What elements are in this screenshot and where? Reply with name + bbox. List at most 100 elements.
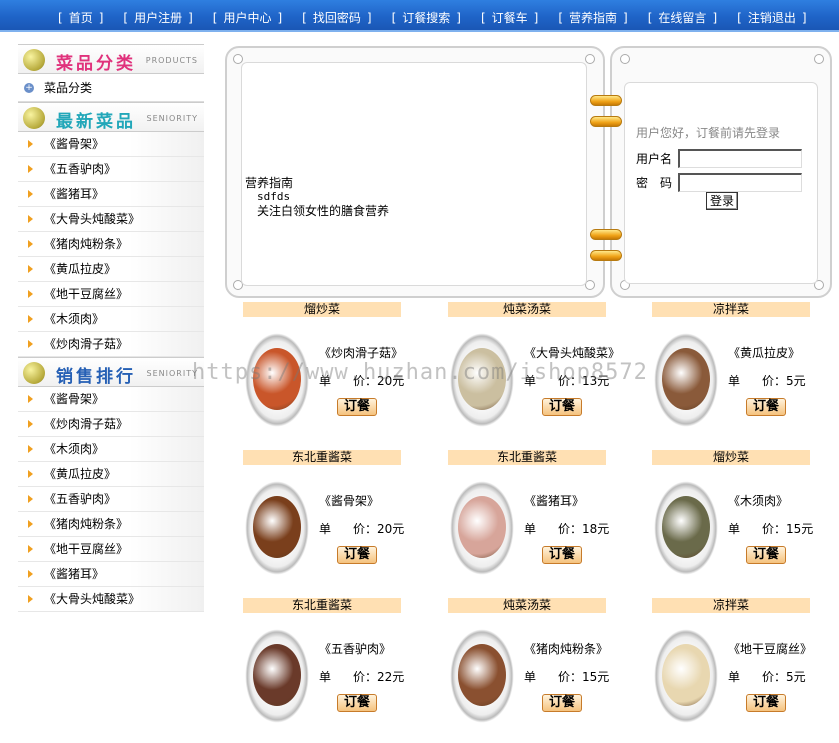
products-icon — [23, 49, 45, 71]
dish-name[interactable]: 《酱骨架》 — [319, 492, 379, 509]
nav-item[interactable]: [首页] — [58, 9, 103, 26]
nav-list: [首页] [用户注册] [用户中心] [找回密码] [订餐搜索] [订餐车] [营养指南] [… — [58, 9, 827, 26]
dish-photo[interactable] — [652, 478, 720, 578]
dish-price: 5元 — [786, 374, 806, 388]
food-image — [662, 496, 710, 558]
sidebar-dish-link[interactable]: 《黄瓜拉皮》 — [18, 257, 204, 282]
dish-price-row: 单 价：18元 — [524, 520, 609, 537]
guide-content: 营养指南 sdfds 关注白领女性的膳食营养 — [245, 176, 389, 218]
sidebar-dish-link[interactable]: 《大骨头炖酸菜》 — [18, 207, 204, 232]
dish-category[interactable]: 炖菜汤菜 — [448, 302, 606, 317]
guide-panel — [225, 46, 605, 298]
category-row[interactable]: + 菜品分类 — [18, 74, 204, 102]
dish-link-label: 《大骨头炖酸菜》 — [44, 212, 141, 226]
price-label: 价： — [558, 374, 583, 388]
dish-card: 东北重酱菜 《五香驴肉》单 价：22元 订餐 — [243, 598, 423, 738]
dish-price: 15元 — [582, 670, 610, 684]
panel-hole — [620, 54, 630, 64]
order-button[interactable]: 订餐 — [746, 546, 786, 564]
dish-category[interactable]: 东北重酱菜 — [448, 450, 606, 465]
dish-photo[interactable] — [243, 478, 311, 578]
nav-item[interactable]: [用户注册] — [123, 9, 192, 26]
nav-item[interactable]: [营养指南] — [558, 9, 627, 26]
dish-photo[interactable] — [652, 626, 720, 726]
sidebar-dish-link[interactable]: 《木须肉》 — [18, 307, 204, 332]
sidebar-dish-link[interactable]: 《酱骨架》 — [18, 132, 204, 157]
sidebar-dish-link[interactable]: 《黄瓜拉皮》 — [18, 462, 204, 487]
nav-item-label: 注销退出 — [747, 11, 796, 25]
dish-name[interactable]: 《猪肉炖粉条》 — [524, 640, 608, 657]
dish-name[interactable]: 《酱猪耳》 — [524, 492, 584, 509]
dish-photo[interactable] — [243, 330, 311, 430]
username-row: 用户名 — [636, 147, 806, 169]
dish-category[interactable]: 炖菜汤菜 — [448, 598, 606, 613]
dish-category[interactable]: 熘炒菜 — [652, 450, 810, 465]
sidebar-dish-link[interactable]: 《酱猪耳》 — [18, 562, 204, 587]
food-image — [458, 348, 506, 410]
panel-hole — [814, 54, 824, 64]
guide-title[interactable]: 营养指南 — [245, 176, 389, 190]
dish-photo[interactable] — [448, 330, 516, 430]
dish-card: 东北重酱菜《酱猪耳》单 价：18元订餐 — [448, 450, 628, 590]
sidebar-dish-link[interactable]: 《地干豆腐丝》 — [18, 537, 204, 562]
nav-item[interactable]: [订餐搜索] — [392, 9, 461, 26]
dish-name[interactable]: 《地干豆腐丝》 — [728, 640, 812, 657]
order-button[interactable]: 订餐 — [337, 398, 377, 416]
order-button[interactable]: 订餐 — [542, 694, 582, 712]
price-label: 单 — [319, 670, 332, 684]
order-button[interactable]: 订餐 — [337, 694, 377, 712]
dish-category[interactable]: 凉拌菜 — [652, 302, 810, 317]
order-button[interactable]: 订餐 — [746, 398, 786, 416]
dish-card: 炖菜汤菜 《大骨头炖酸菜》单 价：13元 订餐 — [448, 302, 628, 442]
login-button[interactable]: 登录 — [706, 192, 738, 210]
sidebar-dish-link[interactable]: 《猪肉炖粉条》 — [18, 232, 204, 257]
order-button[interactable]: 订餐 — [542, 546, 582, 564]
dish-name[interactable]: 《黄瓜拉皮》 — [728, 344, 800, 361]
sidebar-dish-link[interactable]: 《五香驴肉》 — [18, 157, 204, 182]
nav-item[interactable]: [订餐车] — [481, 9, 538, 26]
food-image — [458, 496, 506, 558]
sidebar-dish-link[interactable]: 《大骨头炖酸菜》 — [18, 587, 204, 612]
nav-item[interactable]: [注销退出] — [737, 9, 806, 26]
binder-ring — [590, 116, 622, 127]
sidebar-dish-link[interactable]: 《炒肉滑子菇》 — [18, 412, 204, 437]
dish-name[interactable]: 《五香驴肉》 — [319, 640, 391, 657]
price-label: 价： — [762, 522, 787, 536]
dish-name[interactable]: 《大骨头炖酸菜》 — [524, 344, 620, 361]
guide-line[interactable]: 关注白领女性的膳食营养 — [245, 204, 389, 218]
dish-photo[interactable] — [448, 626, 516, 726]
dish-photo[interactable] — [652, 330, 720, 430]
nav-item-label: 订餐车 — [491, 11, 528, 25]
nav-item[interactable]: [找回密码] — [302, 9, 371, 26]
password-input[interactable] — [678, 172, 802, 192]
sidebar-dish-link[interactable]: 《酱骨架》 — [18, 387, 204, 412]
sidebar-dish-link[interactable]: 《五香驴肉》 — [18, 487, 204, 512]
dish-category[interactable]: 熘炒菜 — [243, 302, 401, 317]
dish-category[interactable]: 东北重酱菜 — [243, 450, 401, 465]
username-input[interactable] — [678, 148, 802, 168]
price-label: 单 — [524, 374, 537, 388]
newest-en-label: SENIORITY — [146, 114, 198, 123]
nav-item[interactable]: [用户中心] — [213, 9, 282, 26]
sidebar-dish-link[interactable]: 《木须肉》 — [18, 437, 204, 462]
dish-name[interactable]: 《木须肉》 — [728, 492, 788, 509]
dish-category[interactable]: 东北重酱菜 — [243, 598, 401, 613]
sidebar-dish-link[interactable]: 《酱猪耳》 — [18, 182, 204, 207]
dish-photo[interactable] — [243, 626, 311, 726]
dish-category[interactable]: 凉拌菜 — [652, 598, 810, 613]
dish-card: 熘炒菜 《炒肉滑子菇》单 价：20元 订餐 — [243, 302, 423, 442]
dish-link-label: 《酱猪耳》 — [44, 187, 105, 201]
dish-name[interactable]: 《炒肉滑子菇》 — [319, 344, 403, 361]
sidebar-dish-link[interactable]: 《炒肉滑子菇》 — [18, 332, 204, 357]
nav-item[interactable]: [在线留言] — [648, 9, 717, 26]
dish-photo[interactable] — [448, 478, 516, 578]
food-image — [253, 348, 301, 410]
sidebar-dish-link[interactable]: 《地干豆腐丝》 — [18, 282, 204, 307]
guide-line[interactable]: sdfds — [245, 190, 389, 204]
price-label: 单 — [728, 670, 741, 684]
order-button[interactable]: 订餐 — [542, 398, 582, 416]
order-button[interactable]: 订餐 — [746, 694, 786, 712]
sidebar-dish-link[interactable]: 《猪肉炖粉条》 — [18, 512, 204, 537]
price-label: 价： — [558, 522, 583, 536]
order-button[interactable]: 订餐 — [337, 546, 377, 564]
